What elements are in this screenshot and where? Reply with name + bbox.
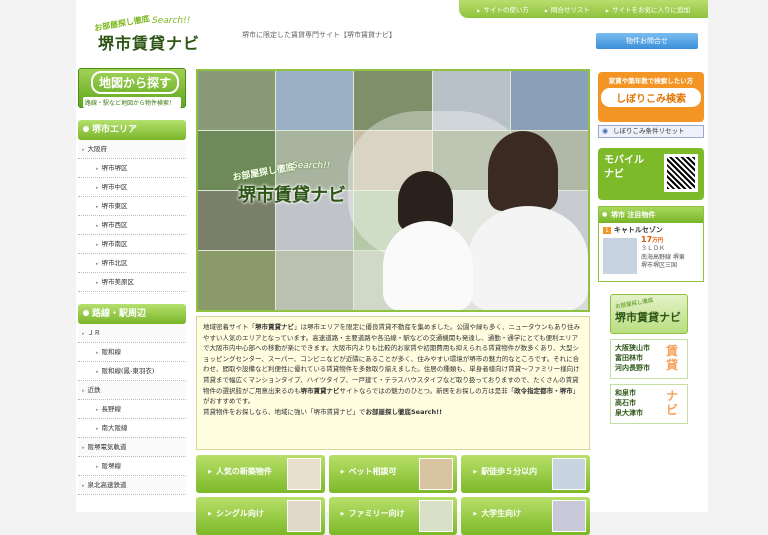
related-site-banner-1[interactable]: 大阪狭山市 富田林市 河内長野市 賃貸 (610, 339, 688, 379)
featured-name: キャトルセゾン (613, 226, 663, 234)
pickup-station-button[interactable]: 駅徒歩５分以内 (461, 455, 590, 493)
pickup-pet-button[interactable]: ペット相談可 (328, 455, 458, 493)
hero-logo: お部屋探し徹底 Search!! 堺市賃貸ナビ (232, 161, 382, 209)
header: サイトの使い方 問合せリスト サイトをお気に入りに追加 お部屋探し徹底 Sear… (76, 0, 708, 62)
pickup-student-image (552, 500, 586, 532)
line-item-nagano[interactable]: 長野線 (78, 400, 186, 419)
line-item-hanwa-branch[interactable]: 阪和線(鳳-東羽衣) (78, 362, 186, 381)
line-list: ＪＲ 阪和線 阪和線(鳳-東羽衣) 近鉄 長野線 南大阪線 阪堺電気軌道 阪堺線… (78, 324, 186, 495)
area-section-header: 堺市エリア (78, 120, 186, 140)
map-search-button[interactable]: 地図から探す 路線・駅など地図から物件検索！ (78, 68, 186, 108)
line-item-hankai-tram[interactable]: 阪堺電気軌道 (78, 438, 186, 457)
intro-slogan: お部屋探し徹底Search!! (365, 407, 443, 416)
pickup-single-image (286, 500, 321, 532)
parent-figure (488, 131, 558, 211)
parent-body (468, 206, 588, 310)
pickup-student-button[interactable]: 大学生向け (461, 497, 590, 535)
topnav-add-favorite[interactable]: サイトをお気に入りに追加 (606, 4, 690, 14)
related-site-banner-2[interactable]: 和泉市 高石市 泉大津市 ナビ (610, 384, 688, 424)
topnav-inquiry-list[interactable]: 問合せリスト (545, 4, 590, 14)
right-sidebar: 家賃や築年数で検索したい方 しぼりこみ検索 しぼりこみ条件リセット モバイル ナ… (598, 72, 704, 424)
left-sidebar: 地図から探す 路線・駅など地図から物件検索！ 堺市エリア 大阪府 堺市堺区 堺市… (78, 68, 186, 495)
line-item-kintetsu[interactable]: 近鉄 (78, 381, 186, 400)
line-section-header: 路線・駅周辺 (78, 304, 186, 324)
line-item-jr[interactable]: ＪＲ (78, 324, 186, 343)
line-item-semboku[interactable]: 泉北高速鉄道 (78, 476, 186, 495)
pickup-family-button[interactable]: ファミリー向け (328, 497, 458, 535)
narrow-search-banner[interactable]: 家賃や築年数で検索したい方 しぼりこみ検索 (598, 72, 704, 122)
featured-rank: 1 (603, 227, 611, 234)
featured-properties: 堺市 注目物件 1キャトルセゾン 17万円 ３ＬＤＫ 南海高野線 堺東 堺市堺区… (598, 206, 704, 282)
featured-price-unit: 万円 (652, 237, 664, 244)
intro-text-5: 賃貸物件をお探しなら、地域に強い「堺市賃貸ナビ」で (203, 407, 366, 416)
intro-text-box: 地域密着サイト「堺市賃貸ナビ」は堺市エリアを限定に優良賃貸不動産を集めました。公… (196, 316, 590, 450)
reset-conditions-button[interactable]: しぼりこみ条件リセット (598, 125, 704, 138)
featured-thumbnail (603, 238, 637, 274)
pickup-family-image (419, 500, 454, 532)
line-item-hankai-line[interactable]: 阪堺線 (78, 457, 186, 476)
area-item-osaka[interactable]: 大阪府 (78, 140, 186, 159)
hero-logo-title: 堺市賃貸ナビ (238, 185, 346, 206)
pickup-family-label: ファミリー向け (348, 509, 405, 518)
pickup-station-label: 駅徒歩５分以内 (481, 467, 538, 476)
qr-code-icon (664, 154, 698, 192)
map-search-subtitle: 路線・駅など地図から物件検索！ (83, 97, 181, 108)
intro-city: 政令指定都市・堺市 (514, 386, 573, 395)
topnav-how-to-use[interactable]: サイトの使い方 (477, 4, 529, 14)
area-item-sakai-ku[interactable]: 堺市堺区 (78, 159, 186, 178)
intro-text-2: 」は堺市エリアを限定に優良賃貸不動産を集めました。公園や緑も多く、ニュータウンも… (203, 323, 580, 395)
line-item-hanwa[interactable]: 阪和線 (78, 343, 186, 362)
narrow-search-title: しぼりこみ検索 (601, 88, 701, 107)
pickup-buttons: 人気の新築物件 ペット相談可 駅徒歩５分以内 シングル向け ファミリー向け 大学… (196, 455, 590, 535)
area-item-nishi-ku[interactable]: 堺市西区 (78, 216, 186, 235)
pickup-student-label: 大学生向け (481, 509, 522, 518)
area-item-higashi-ku[interactable]: 堺市東区 (78, 197, 186, 216)
logo-title: 堺市賃貸ナビ (98, 34, 201, 53)
area-item-kita-ku[interactable]: 堺市北区 (78, 254, 186, 273)
intro-brand-2: 堺市賃貸ナビ (300, 386, 340, 395)
child-body (383, 221, 473, 310)
area-item-mihara-ku[interactable]: 堺市美原区 (78, 273, 186, 292)
pickup-station-image (552, 458, 586, 490)
featured-item[interactable]: 1 キャトルセゾン 17万円 ３ＬＤＫ 南海高野線 堺東 堺市堺区三国 (599, 223, 703, 281)
map-search-title: 地図から探す (91, 71, 180, 94)
area-item-naka-ku[interactable]: 堺市中区 (78, 178, 186, 197)
sakai-navi-title: 堺市賃貸ナビ (615, 311, 681, 324)
hero-logo-search: Search!! (292, 161, 331, 171)
featured-price: 17 (641, 234, 653, 244)
line-item-minami-osaka[interactable]: 南大阪線 (78, 419, 186, 438)
pickup-new-build-image (286, 458, 321, 490)
top-nav: サイトの使い方 問合せリスト サイトをお気に入りに追加 (459, 0, 708, 18)
featured-header: 堺市 注目物件 (599, 207, 703, 223)
intro-brand-1: 堺市賃貸ナビ (255, 323, 294, 331)
sakai-navi-banner[interactable]: お部屋探し徹底 堺市賃貸ナビ (610, 294, 688, 334)
hero-banner: お部屋探し徹底 Search!! 堺市賃貸ナビ (196, 69, 590, 312)
related2-kana: ナビ (665, 389, 678, 417)
inquiry-button[interactable]: 物件お問合せ (596, 33, 698, 49)
intro-text-3: サイトならではの魅力のひとつ。新居をお探しの方は是非「 (339, 386, 515, 395)
related1-kana: 賃貸 (665, 344, 678, 372)
pickup-new-build-button[interactable]: 人気の新築物件 (196, 455, 325, 493)
pickup-single-button[interactable]: シングル向け (196, 497, 325, 535)
area-item-minami-ku[interactable]: 堺市南区 (78, 235, 186, 254)
site-tagline: 堺市に限定した賃貸専門サイト【堺市賃貸ナビ】 (242, 31, 396, 39)
pickup-new-build-label: 人気の新築物件 (215, 467, 272, 476)
pickup-pet-label: ペット相談可 (348, 467, 397, 476)
narrow-search-caption: 家賃や築年数で検索したい方 (608, 77, 694, 85)
site-logo[interactable]: お部屋探し徹底 Search!! 堺市賃貸ナビ (86, 14, 226, 53)
mobile-navi-banner[interactable]: モバイル ナビ (598, 148, 704, 200)
area-list: 大阪府 堺市堺区 堺市中区 堺市東区 堺市西区 堺市南区 堺市北区 堺市美原区 (78, 140, 186, 292)
intro-text-1: 地域密着サイト「 (203, 323, 255, 331)
pickup-pet-image (419, 458, 454, 490)
pickup-single-label: シングル向け (215, 509, 264, 518)
logo-search-text: Search!! (152, 16, 191, 26)
